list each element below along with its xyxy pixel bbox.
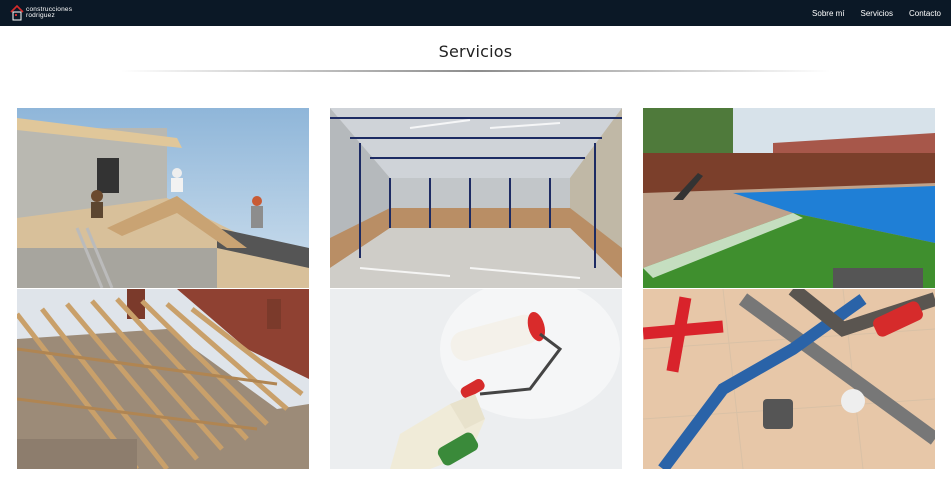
top-navbar: construcciones rodriguez Sobre mí Servic… — [0, 0, 951, 26]
service-image-painting[interactable] — [330, 289, 622, 469]
nav-link-servicios[interactable]: Servicios — [861, 9, 893, 18]
service-image-roof-construction[interactable] — [17, 108, 309, 288]
main-nav: Sobre mí Servicios Contacto — [812, 9, 941, 18]
service-image-roof-beams[interactable] — [17, 289, 309, 469]
logo[interactable]: construcciones rodriguez — [10, 2, 72, 24]
nav-link-contacto[interactable]: Contacto — [909, 9, 941, 18]
house-logo-icon — [10, 3, 24, 23]
service-image-plumbing[interactable] — [643, 289, 935, 469]
service-image-warehouse[interactable] — [330, 108, 622, 288]
page-title: Servicios — [438, 42, 513, 61]
title-divider — [120, 70, 831, 72]
service-image-pool-deck[interactable] — [643, 108, 935, 288]
brand-line2: rodriguez — [26, 12, 55, 19]
nav-link-sobre-mi[interactable]: Sobre mí — [812, 9, 844, 18]
